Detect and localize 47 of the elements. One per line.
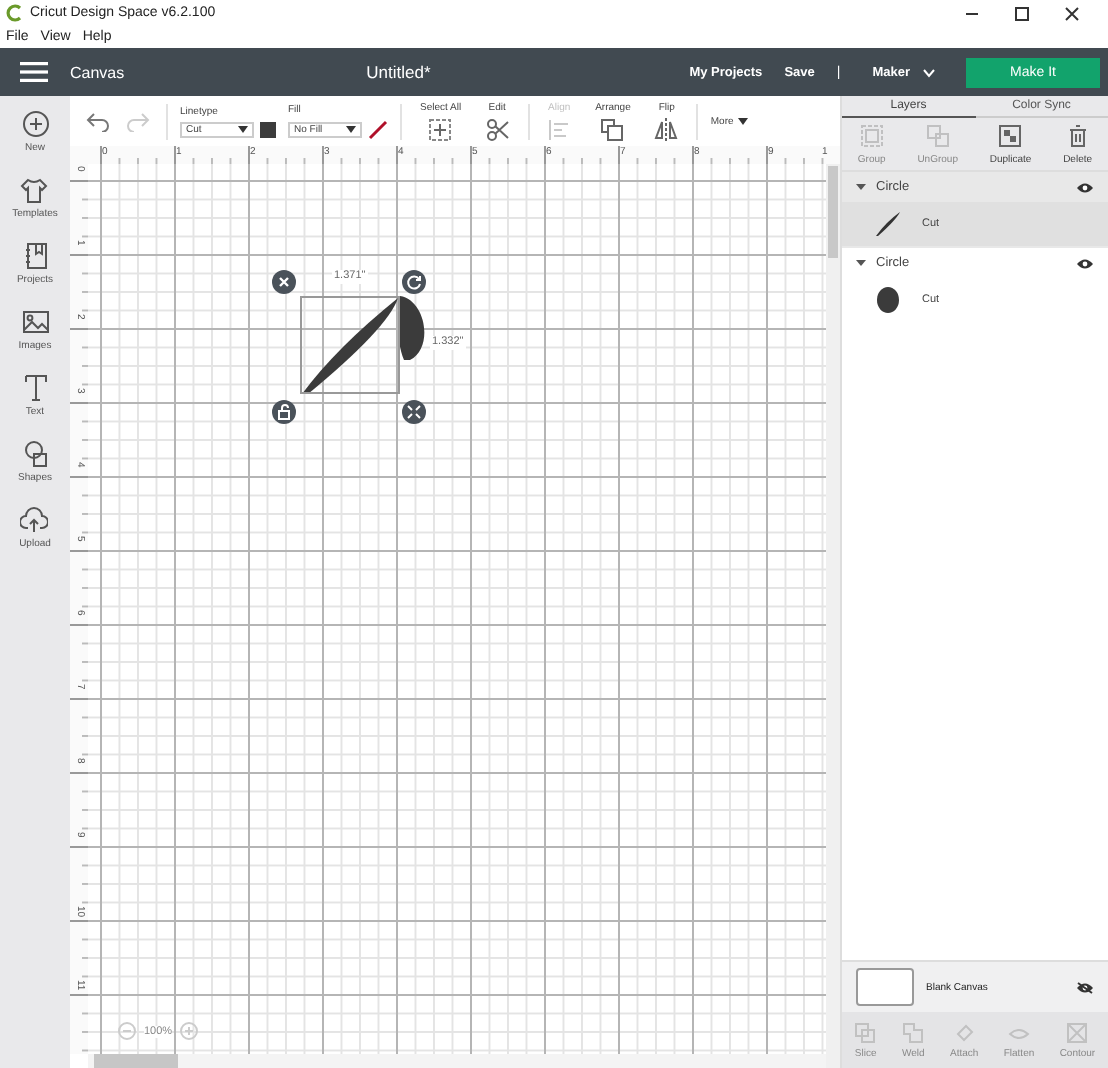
caret-down-icon[interactable] — [856, 258, 866, 268]
close-icon[interactable] — [1064, 5, 1080, 21]
add-icon — [21, 110, 49, 138]
arrange-icon — [600, 117, 625, 141]
section-title: Canvas — [70, 63, 125, 81]
duplicate-icon — [998, 123, 1023, 147]
notebook-icon — [21, 242, 49, 270]
undo-icon[interactable] — [86, 111, 110, 131]
close-icon[interactable] — [272, 270, 296, 294]
cloud-upload-icon — [20, 506, 49, 534]
eye-icon[interactable] — [1076, 257, 1094, 269]
slice-icon — [854, 1021, 877, 1043]
eye-icon[interactable] — [1076, 181, 1094, 193]
scissors-icon — [485, 117, 510, 141]
image-icon — [21, 308, 49, 336]
lock-icon[interactable] — [272, 400, 296, 424]
rotate-icon[interactable] — [402, 270, 426, 294]
shirt-icon — [20, 176, 49, 204]
stroke-thumbnail-icon — [874, 210, 902, 238]
plus-box-icon — [428, 117, 453, 141]
caret-icon — [737, 117, 748, 125]
ungroup-icon — [925, 123, 950, 147]
scrollbar[interactable] — [88, 1054, 826, 1068]
logo-icon — [6, 4, 24, 22]
group-icon — [859, 123, 884, 147]
flip-icon — [654, 117, 679, 141]
no-fill-icon[interactable] — [368, 119, 388, 139]
caret-icon — [238, 125, 248, 133]
caret-down-icon[interactable] — [856, 182, 866, 192]
canvas-thumbnail[interactable] — [856, 968, 914, 1006]
resize-icon[interactable] — [402, 400, 426, 424]
circle-thumbnail-icon — [874, 286, 902, 314]
align-icon — [547, 117, 572, 141]
document-title: Untitled* — [366, 62, 431, 82]
scrollbar[interactable] — [826, 164, 840, 1068]
menu-icon[interactable] — [20, 62, 48, 82]
eye-hidden-icon[interactable] — [1076, 981, 1094, 993]
contour-icon — [1066, 1021, 1089, 1043]
attach-icon — [953, 1021, 976, 1043]
shapes-icon — [21, 440, 49, 468]
chevron-icon — [922, 67, 936, 77]
maximize-icon[interactable] — [1014, 5, 1030, 21]
caret-icon — [346, 125, 356, 133]
letter-icon — [21, 374, 49, 402]
trash-icon — [1065, 123, 1090, 147]
weld-icon — [902, 1021, 925, 1043]
color-swatch[interactable] — [260, 121, 276, 137]
